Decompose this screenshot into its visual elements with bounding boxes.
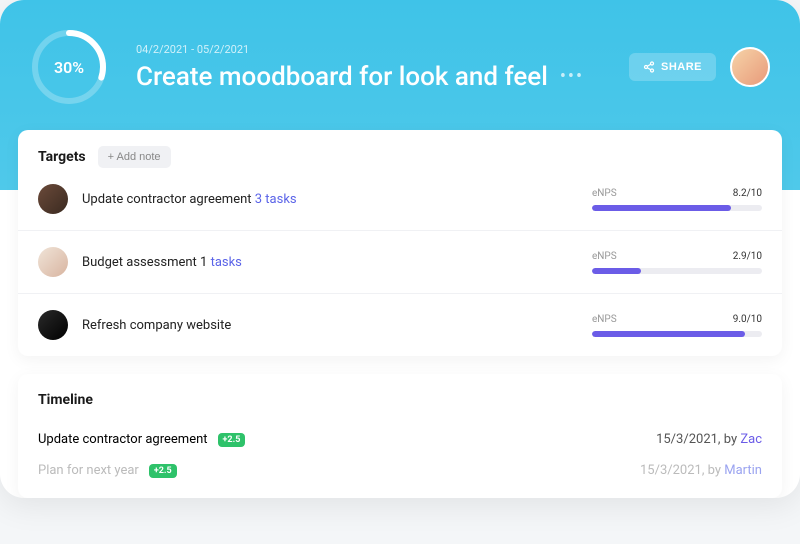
timeline-panel: Timeline Update contractor agreement +2.5… [18, 374, 782, 498]
metric-score: 9.0/10 [733, 314, 762, 325]
change-badge: +2.5 [149, 464, 177, 478]
target-row[interactable]: Refresh company website eNPS 9.0/10 [18, 293, 782, 356]
progress-ring: 30% [30, 28, 108, 106]
timeline-row[interactable]: Plan for next year +2.5 15/3/2021, by Mart… [38, 455, 762, 486]
user-avatar[interactable] [730, 47, 770, 87]
date-range: 04/2/2021 - 05/2/2021 [136, 43, 629, 56]
metric-label: eNPS [592, 251, 617, 262]
targets-panel: Targets + Add note Update contractor agr… [18, 130, 782, 356]
add-note-button[interactable]: + Add note [98, 146, 171, 168]
share-button[interactable]: SHARE [629, 53, 716, 81]
metric: eNPS 8.2/10 [592, 188, 762, 211]
tasks-link[interactable]: 3 tasks [255, 192, 297, 207]
target-name: Budget assessment 1 tasks [82, 255, 242, 270]
assignee-avatar[interactable] [38, 184, 68, 214]
metric-score: 2.9/10 [733, 251, 762, 262]
timeline-row[interactable]: Update contractor agreement +2.5 15/3/2021… [38, 424, 762, 455]
targets-title: Targets [38, 149, 86, 165]
timeline-author: Martin [724, 463, 762, 478]
metric-label: eNPS [592, 188, 617, 199]
assignee-avatar[interactable] [38, 247, 68, 277]
share-icon [643, 61, 655, 73]
timeline-item-name: Plan for next year [38, 463, 139, 478]
metric: eNPS 9.0/10 [592, 314, 762, 337]
more-icon[interactable]: ••• [560, 66, 584, 87]
metric: eNPS 2.9/10 [592, 251, 762, 274]
share-label: SHARE [661, 61, 702, 73]
metric-label: eNPS [592, 314, 617, 325]
timeline-meta: 15/3/2021, by Martin [640, 463, 762, 478]
metric-bar [592, 268, 762, 274]
metric-bar [592, 331, 762, 337]
timeline-meta: 15/3/2021, by Zac [656, 432, 762, 447]
metric-score: 8.2/10 [733, 188, 762, 199]
target-row[interactable]: Budget assessment 1 tasks eNPS 2.9/10 [18, 230, 782, 293]
tasks-link[interactable]: tasks [211, 255, 242, 270]
assignee-avatar[interactable] [38, 310, 68, 340]
target-row[interactable]: Update contractor agreement 3 tasks eNPS 8… [18, 178, 782, 230]
target-name: Refresh company website [82, 318, 231, 333]
timeline-item-name: Update contractor agreement [38, 432, 208, 447]
metric-bar [592, 205, 762, 211]
header-text: 04/2/2021 - 05/2/2021 Create moodboard f… [136, 43, 629, 92]
timeline-title: Timeline [38, 392, 762, 408]
target-name: Update contractor agreement 3 tasks [82, 192, 297, 207]
page-card: 30% 04/2/2021 - 05/2/2021 Create moodboa… [0, 0, 800, 498]
timeline-author: Zac [740, 432, 762, 447]
page-title: Create moodboard for look and feel [136, 62, 548, 92]
progress-percent: 30% [54, 58, 84, 77]
change-badge: +2.5 [218, 433, 246, 447]
